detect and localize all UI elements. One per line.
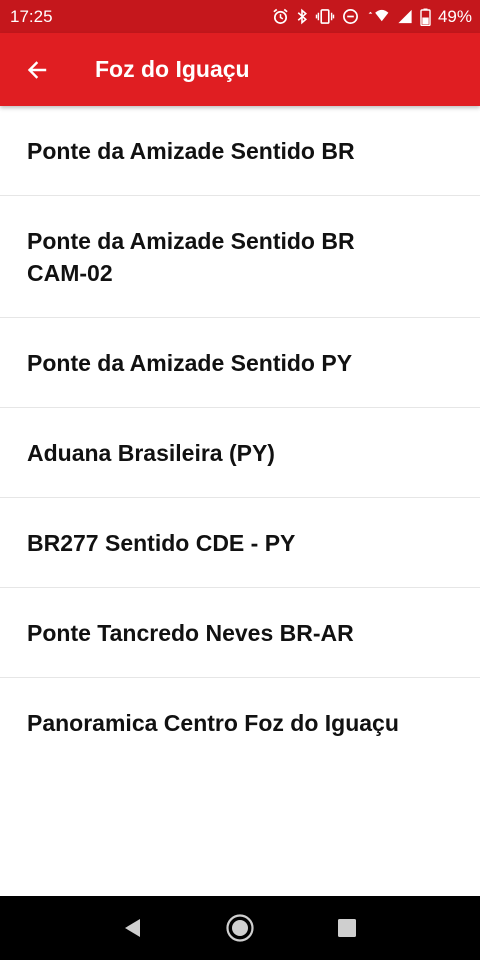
- list-item[interactable]: Panoramica Centro Foz do Iguaçu: [0, 678, 480, 768]
- list-item-label: Ponte Tancredo Neves BR-AR: [27, 619, 354, 646]
- status-icons: 49%: [272, 7, 472, 27]
- alarm-icon: [272, 8, 289, 25]
- list-item[interactable]: BR277 Sentido CDE - PY: [0, 498, 480, 588]
- status-bar: 17:25 49%: [0, 0, 480, 33]
- list-item-label: Ponte da Amizade Sentido PY: [27, 349, 353, 376]
- recents-square-icon: [337, 919, 356, 937]
- list-item[interactable]: Ponte da Amizade Sentido BR CAM-02: [0, 196, 480, 318]
- home-circle-icon: [226, 914, 254, 942]
- wifi-icon: [366, 8, 390, 25]
- bluetooth-icon: [296, 8, 308, 25]
- back-button[interactable]: [13, 46, 61, 94]
- list-item[interactable]: Ponte da Amizade Sentido BR: [0, 106, 480, 196]
- nav-back-button[interactable]: [113, 908, 153, 948]
- nav-home-button[interactable]: [220, 908, 260, 948]
- list-item-label: Ponte da Amizade Sentido BR CAM-02: [27, 227, 355, 286]
- nav-recents-button[interactable]: [327, 908, 367, 948]
- do-not-disturb-icon: [342, 8, 359, 25]
- camera-list: Ponte da Amizade Sentido BR Ponte da Ami…: [0, 106, 480, 768]
- signal-icon: [397, 8, 413, 25]
- page-title: Foz do Iguaçu: [95, 56, 250, 82]
- list-item-label: Ponte da Amizade Sentido BR: [27, 137, 355, 164]
- vibrate-icon: [315, 8, 335, 25]
- navigation-bar: [0, 896, 480, 960]
- list-item-label: BR277 Sentido CDE - PY: [27, 529, 296, 556]
- battery-percent: 49%: [437, 6, 472, 26]
- list-item[interactable]: Aduana Brasileira (PY): [0, 408, 480, 498]
- list-item[interactable]: Ponte da Amizade Sentido PY: [0, 318, 480, 408]
- app-bar: Foz do Iguaçu: [0, 33, 480, 106]
- battery-icon: [420, 8, 431, 26]
- list-item-label: Aduana Brasileira (PY): [27, 439, 275, 466]
- arrow-left-icon: [27, 60, 47, 79]
- back-triangle-icon: [125, 919, 141, 937]
- list-item[interactable]: Ponte Tancredo Neves BR-AR: [0, 588, 480, 678]
- list-item-label: Panoramica Centro Foz do Iguaçu: [27, 710, 399, 736]
- status-time: 17:25: [10, 6, 53, 26]
